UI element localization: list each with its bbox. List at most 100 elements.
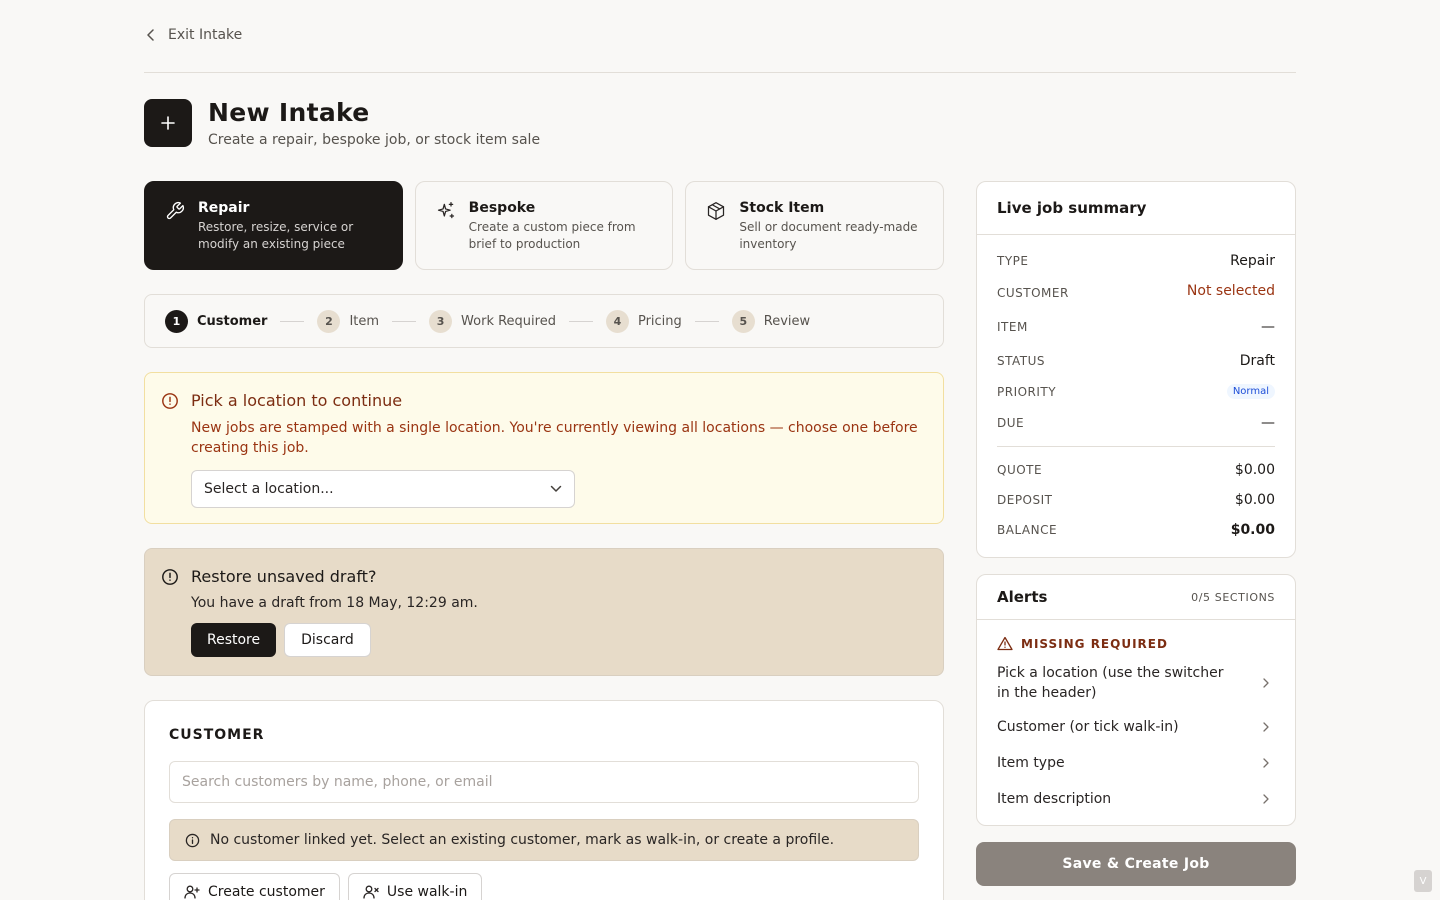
draft-alert-body: You have a draft from 18 May, 12:29 am. bbox=[191, 595, 478, 611]
summary-divider bbox=[997, 446, 1275, 447]
location-select[interactable]: Select a location... bbox=[191, 470, 575, 508]
job-type-stock-item[interactable]: Stock Item Sell or document ready-made i… bbox=[685, 181, 945, 270]
location-select-value: Select a location... bbox=[204, 481, 334, 497]
alert-circle-icon bbox=[162, 569, 178, 585]
summary-key: DUE bbox=[997, 415, 1025, 430]
summary-title: Live job summary bbox=[997, 199, 1147, 217]
step-pricing[interactable]: 4 Pricing bbox=[605, 309, 682, 333]
step-connector bbox=[280, 320, 305, 322]
step-connector bbox=[568, 320, 593, 322]
alert-item-location[interactable]: Pick a location (use the switcher in the… bbox=[997, 657, 1275, 709]
alerts-header: Alerts 0/5 SECTIONS bbox=[977, 575, 1295, 620]
summary-key: STATUS bbox=[997, 353, 1046, 368]
alert-item-item-type[interactable]: Item type bbox=[997, 745, 1275, 781]
intake-main-column: Repair Restore, resize, service or modif… bbox=[144, 181, 945, 900]
job-type-desc: Sell or document ready-made inventory bbox=[739, 220, 918, 251]
job-type-repair[interactable]: Repair Restore, resize, service or modif… bbox=[144, 181, 403, 270]
priority-badge: Normal bbox=[1226, 384, 1275, 399]
step-connector bbox=[694, 320, 719, 322]
summary-key: ITEM bbox=[997, 320, 1028, 334]
alert-item-customer[interactable]: Customer (or tick walk-in) bbox=[997, 709, 1275, 745]
save-create-job-button[interactable]: Save & Create Job bbox=[976, 842, 1296, 886]
step-label: Customer bbox=[197, 313, 268, 329]
summary-key: QUOTE bbox=[997, 463, 1043, 477]
step-number: 2 bbox=[317, 309, 341, 333]
alert-item-text: Customer (or tick walk-in) bbox=[997, 719, 1179, 735]
chevron-right-icon bbox=[1263, 794, 1269, 804]
customer-info-text: No customer linked yet. Select an existi… bbox=[210, 832, 835, 848]
summary-value: — bbox=[1261, 414, 1275, 431]
new-intake-badge bbox=[144, 99, 192, 147]
step-item[interactable]: 2 Item bbox=[317, 309, 380, 333]
alert-item-text: Item type bbox=[997, 755, 1065, 771]
step-number: 4 bbox=[605, 309, 629, 333]
step-label: Work Required bbox=[461, 313, 556, 329]
summary-row-deposit: DEPOSIT $0.00 bbox=[997, 485, 1275, 515]
draft-alert-title: Restore unsaved draft? bbox=[191, 567, 377, 586]
alert-circle-icon bbox=[162, 393, 178, 409]
corner-widget[interactable]: V bbox=[1414, 870, 1432, 892]
use-walk-in-button[interactable]: Use walk-in bbox=[347, 873, 483, 900]
alert-item-text: Pick a location (use the switcher in the… bbox=[997, 665, 1224, 701]
chevron-right-icon bbox=[1263, 678, 1269, 688]
step-label: Item bbox=[349, 313, 380, 329]
user-x-icon bbox=[363, 885, 379, 899]
location-alert-body: New jobs are stamped with a single locat… bbox=[191, 420, 918, 456]
sparkles-icon bbox=[437, 202, 454, 219]
step-work-required[interactable]: 3 Work Required bbox=[429, 309, 556, 333]
location-alert: Pick a location to continue New jobs are… bbox=[144, 372, 944, 524]
step-customer[interactable]: 1 Customer bbox=[165, 309, 268, 333]
summary-header: Live job summary bbox=[977, 182, 1295, 235]
page-container: Exit Intake New Intake Create a repair, … bbox=[144, 0, 1296, 900]
page-subtitle: Create a repair, bespoke job, or stock i… bbox=[208, 132, 541, 148]
job-type-bespoke[interactable]: Bespoke Create a custom piece from brief… bbox=[414, 181, 674, 270]
warning-triangle-icon bbox=[997, 636, 1013, 651]
summary-row-status: STATUS Draft bbox=[997, 345, 1275, 376]
step-review[interactable]: 5 Review bbox=[731, 309, 811, 333]
wrench-icon bbox=[166, 202, 184, 220]
exit-intake-label: Exit Intake bbox=[168, 27, 243, 43]
job-type-name: Stock Item bbox=[739, 200, 825, 216]
exit-intake-link[interactable]: Exit Intake bbox=[146, 27, 242, 43]
job-type-name: Bespoke bbox=[468, 200, 536, 216]
summary-key: PRIORITY bbox=[997, 384, 1057, 399]
summary-value: $0.00 bbox=[1234, 462, 1275, 478]
step-number: 3 bbox=[429, 309, 453, 333]
alerts-panel: Alerts 0/5 SECTIONS MISSING REQUIRED Pic… bbox=[976, 574, 1296, 826]
summary-row-balance: BALANCE $0.00 bbox=[997, 515, 1275, 545]
restore-button[interactable]: Restore bbox=[191, 623, 277, 657]
chevron-down-icon bbox=[550, 485, 562, 492]
alerts-section-count: 0/5 SECTIONS bbox=[1191, 590, 1275, 604]
step-number: 1 bbox=[165, 309, 188, 333]
summary-value: — bbox=[1261, 319, 1275, 335]
location-alert-title: Pick a location to continue bbox=[191, 391, 403, 410]
job-type-desc: Restore, resize, service or modify an ex… bbox=[198, 220, 354, 251]
summary-value: $0.00 bbox=[1234, 492, 1275, 508]
customer-info-banner: No customer linked yet. Select an existi… bbox=[169, 819, 919, 861]
customer-search-input[interactable] bbox=[169, 761, 919, 803]
intake-side-column: Live job summary TYPE Repair CUSTOMER No… bbox=[976, 181, 1296, 886]
summary-value: $0.00 bbox=[1230, 522, 1275, 538]
alert-item-text: Item description bbox=[997, 791, 1112, 807]
discard-button[interactable]: Discard bbox=[284, 623, 371, 657]
step-connector bbox=[392, 320, 417, 322]
package-icon bbox=[708, 202, 725, 220]
alert-item-item-description[interactable]: Item description bbox=[997, 781, 1275, 817]
step-number: 5 bbox=[731, 309, 755, 333]
user-plus-icon bbox=[184, 885, 200, 899]
alerts-title: Alerts bbox=[997, 588, 1048, 606]
summary-row-quote: QUOTE $0.00 bbox=[997, 455, 1275, 485]
chevron-left-icon bbox=[147, 29, 154, 41]
step-label: Review bbox=[763, 313, 811, 329]
page-title: New Intake bbox=[208, 98, 370, 127]
customer-section-title: CUSTOMER bbox=[169, 727, 265, 743]
plus-icon bbox=[161, 116, 175, 130]
summary-row-customer: CUSTOMER Not selected bbox=[997, 277, 1275, 309]
summary-value: Repair bbox=[1230, 253, 1275, 269]
topbar: Exit Intake bbox=[144, 0, 1296, 73]
summary-row-due: DUE — bbox=[997, 407, 1275, 438]
create-customer-button[interactable]: Create customer bbox=[169, 873, 340, 900]
summary-row-type: TYPE Repair bbox=[997, 245, 1275, 277]
summary-row-priority: PRIORITY Normal bbox=[997, 376, 1275, 407]
summary-key: BALANCE bbox=[997, 523, 1058, 537]
